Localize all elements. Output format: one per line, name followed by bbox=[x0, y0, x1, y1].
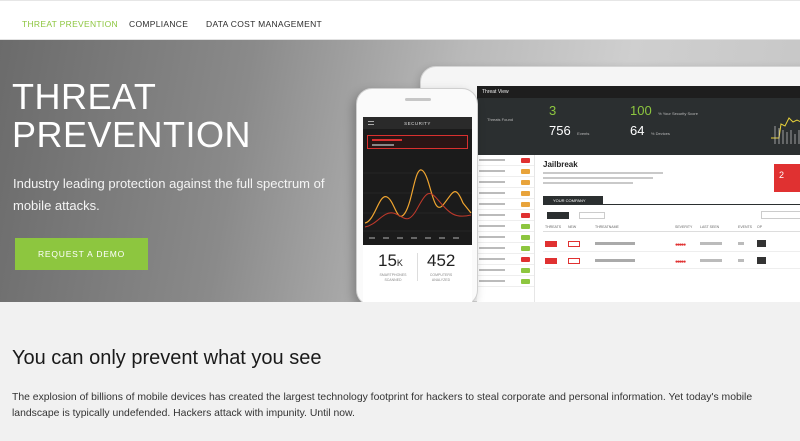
sidebar-row[interactable] bbox=[477, 254, 534, 265]
sidebar-row[interactable] bbox=[477, 221, 534, 232]
sidebar-row-badge bbox=[521, 169, 530, 174]
stats-divider bbox=[417, 253, 418, 281]
sidebar-row-text bbox=[479, 159, 505, 161]
table-row[interactable]: ●●●●● bbox=[543, 236, 800, 252]
tab-underline bbox=[543, 204, 800, 205]
sidebar-row-text bbox=[479, 225, 505, 227]
phone-header-title: SECURITY bbox=[404, 121, 431, 126]
sidebar-row-badge bbox=[521, 202, 530, 207]
sidebar-row[interactable] bbox=[477, 199, 534, 210]
tab-compliance[interactable]: COMPLIANCE bbox=[129, 19, 188, 29]
threat-count-badge: 2 bbox=[774, 164, 800, 192]
tablet-header: Threat View bbox=[477, 86, 800, 98]
hero-subtitle: Industry leading protection against the … bbox=[13, 176, 325, 213]
sidebar-row[interactable] bbox=[477, 166, 534, 177]
sidebar-row[interactable] bbox=[477, 155, 534, 166]
table-search-input[interactable] bbox=[761, 211, 800, 219]
sidebar-row[interactable] bbox=[477, 243, 534, 254]
sidebar-row-text bbox=[479, 247, 505, 249]
sidebar-row[interactable] bbox=[477, 210, 534, 221]
phone-mockup: SECURITY 15K 452 SMARTPHONES SCANNED COM… bbox=[356, 88, 478, 302]
sidebar-row[interactable] bbox=[477, 265, 534, 276]
sidebar-row-badge bbox=[521, 213, 530, 218]
stat-security-score: 100 % Your Security Score bbox=[630, 103, 698, 118]
hamburger-menu-icon[interactable] bbox=[368, 121, 374, 125]
jailbreak-description bbox=[543, 172, 663, 188]
sidebar-row[interactable] bbox=[477, 232, 534, 243]
hero-title: THREAT PREVENTION bbox=[12, 78, 352, 154]
tablet-header-title: Threat View bbox=[482, 89, 509, 95]
phone-speaker bbox=[405, 98, 431, 101]
sidebar-row-badge bbox=[521, 180, 530, 185]
jailbreak-title: Jailbreak bbox=[543, 160, 578, 169]
sidebar-row-badge bbox=[521, 246, 530, 251]
sidebar-row-text bbox=[479, 181, 505, 183]
tablet-screen: Threat View Threats Found 3 756 Events 1… bbox=[477, 86, 800, 302]
sidebar-row-text bbox=[479, 269, 505, 271]
stat-devices: 64 % Devices bbox=[630, 123, 670, 138]
phone-alert-banner[interactable] bbox=[367, 135, 468, 149]
smartphones-scanned-value: 15K bbox=[378, 251, 403, 270]
computers-analyzed-value: 452 bbox=[427, 251, 456, 270]
request-demo-button[interactable]: REQUEST A DEMO bbox=[15, 238, 148, 270]
sidebar-row-text bbox=[479, 258, 505, 260]
section-heading: You can only prevent what you see bbox=[12, 347, 322, 369]
sidebar-row[interactable] bbox=[477, 276, 534, 287]
sidebar-row-badge bbox=[521, 191, 530, 196]
top-nav: THREAT PREVENTION COMPLIANCE DATA COST M… bbox=[0, 0, 800, 40]
table-resolved-button[interactable] bbox=[579, 212, 605, 219]
smartphones-scanned-label: SMARTPHONES SCANNED bbox=[379, 273, 407, 282]
sidebar-row[interactable] bbox=[477, 188, 534, 199]
tab-data-cost-management[interactable]: DATA COST MANAGEMENT bbox=[206, 19, 322, 29]
computers-analyzed-label: COMPUTERS ANALYZED bbox=[429, 273, 453, 282]
tab-threat-prevention[interactable]: THREAT PREVENTION bbox=[22, 19, 118, 29]
tablet-main-panel: Jailbreak 2 1 YOUR COMPANY THREATS NEW T… bbox=[539, 156, 800, 302]
tablet-stats-panel: Threats Found 3 756 Events 100 % Your Se… bbox=[477, 98, 800, 155]
phone-screen: SECURITY 15K 452 SMARTPHONES SCANNED COM… bbox=[363, 117, 472, 302]
stat-threats: 3 bbox=[549, 103, 557, 118]
phone-header: SECURITY bbox=[363, 117, 472, 129]
table-filter-button[interactable] bbox=[547, 212, 569, 219]
intro-section: You can only prevent what you see The ex… bbox=[0, 302, 800, 441]
tablet-sparkline bbox=[771, 117, 800, 144]
hero-title-line-1: THREAT bbox=[12, 76, 157, 117]
sidebar-row-badge bbox=[521, 268, 530, 273]
sidebar-row-text bbox=[479, 170, 505, 172]
phone-stats-panel: 15K 452 SMARTPHONES SCANNED COMPUTERS AN… bbox=[363, 245, 472, 302]
sidebar-row-badge bbox=[521, 257, 530, 262]
sidebar-row-badge bbox=[521, 158, 530, 163]
hero-title-line-2: PREVENTION bbox=[12, 114, 252, 155]
your-company-tab[interactable]: YOUR COMPANY bbox=[543, 196, 603, 204]
sidebar-row-text bbox=[479, 214, 505, 216]
sidebar-row-badge bbox=[521, 279, 530, 284]
table-header: THREATS NEW THREATNAME SEVERITY LAST SEE… bbox=[543, 225, 800, 232]
stat-threats-label: Threats Found bbox=[487, 117, 514, 122]
section-body: The explosion of billions of mobile devi… bbox=[12, 392, 753, 419]
sidebar-row-badge bbox=[521, 235, 530, 240]
sidebar-row-badge bbox=[521, 224, 530, 229]
sidebar-row-text bbox=[479, 236, 505, 238]
sidebar-row-text bbox=[479, 280, 505, 282]
sidebar-row-text bbox=[479, 192, 505, 194]
sidebar-row[interactable] bbox=[477, 177, 534, 188]
tablet-sidebar bbox=[477, 155, 535, 302]
phone-activity-chart bbox=[363, 169, 472, 239]
stat-events: 756 Events bbox=[549, 123, 590, 138]
sidebar-row-text bbox=[479, 203, 505, 205]
hero-banner: THREAT PREVENTION Industry leading prote… bbox=[0, 40, 800, 302]
table-row[interactable]: ●●●●● bbox=[543, 253, 800, 269]
